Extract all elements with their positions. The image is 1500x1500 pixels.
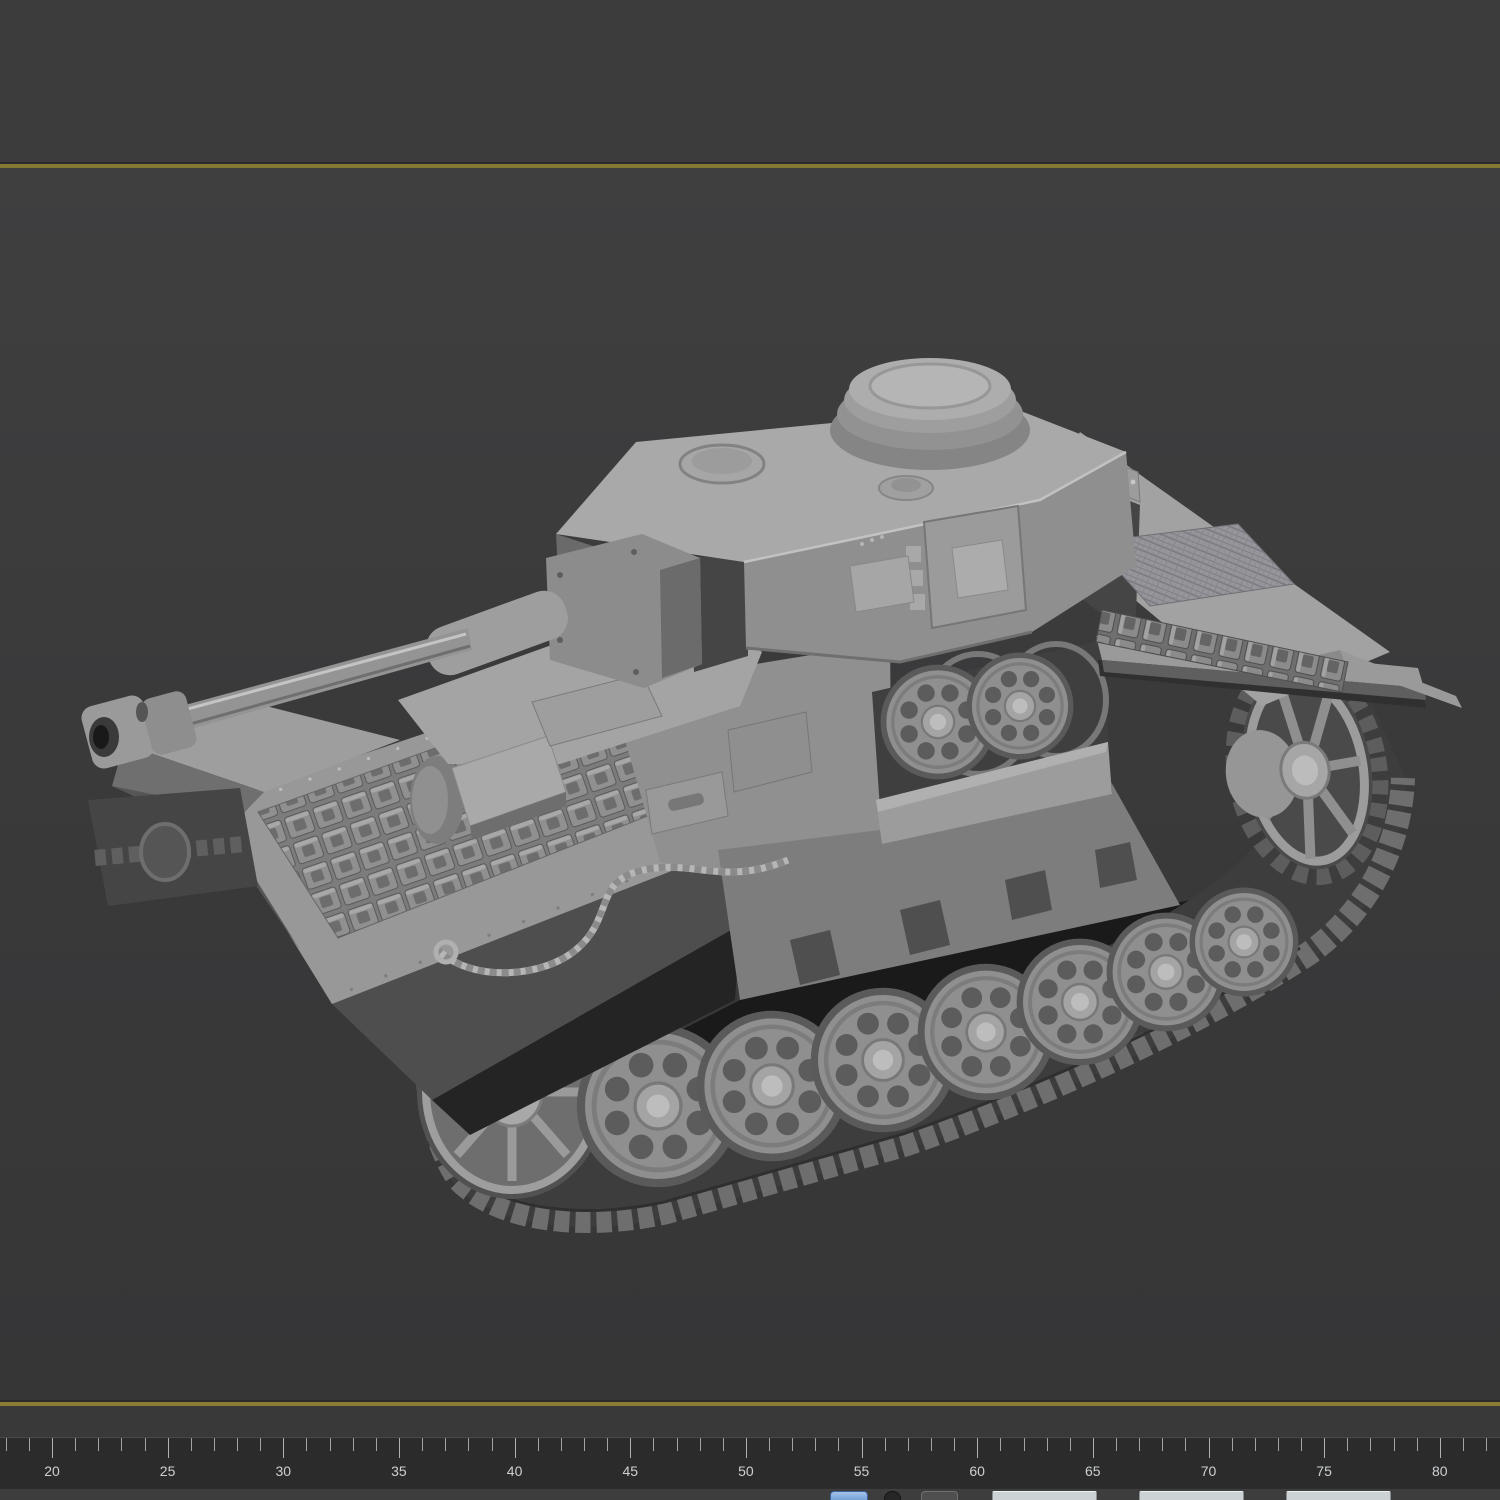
ruler-tick xyxy=(676,1438,678,1451)
ruler-tick xyxy=(1324,1438,1326,1458)
ruler-tick xyxy=(445,1438,447,1451)
ruler-tick xyxy=(98,1438,100,1451)
ruler-tick xyxy=(930,1438,932,1451)
ruler-frame-label: 40 xyxy=(506,1463,523,1479)
ruler-tick xyxy=(422,1438,424,1451)
ruler-tick xyxy=(954,1438,956,1451)
ruler-frame-label: 75 xyxy=(1316,1463,1332,1479)
ruler-frame-label: 80 xyxy=(1432,1463,1448,1479)
left-track-front[interactable] xyxy=(88,788,258,906)
application-window: 20 25 30 35 40 45 50 55 60 65 70 75 80 xyxy=(0,0,1500,1500)
ruler-frame-label: 70 xyxy=(1200,1463,1217,1479)
time-slider-track[interactable] xyxy=(0,1406,1500,1437)
ruler-tick xyxy=(283,1438,285,1458)
ruler-tick xyxy=(1139,1438,1141,1451)
ruler-tick xyxy=(121,1438,123,1451)
ruler-tick xyxy=(468,1438,470,1451)
ruler-tick xyxy=(630,1438,632,1458)
turret-port-flap xyxy=(849,555,915,613)
ruler-tick xyxy=(560,1438,562,1451)
ruler-frame-label: 50 xyxy=(738,1463,754,1479)
turret-hatch[interactable] xyxy=(678,443,766,485)
ruler-tick xyxy=(1393,1438,1395,1451)
ruler-tick xyxy=(884,1438,886,1451)
ruler-tick xyxy=(792,1438,794,1451)
commander-cupola[interactable] xyxy=(830,358,1030,470)
ruler-tick xyxy=(1092,1438,1094,1458)
ruler-tick xyxy=(75,1438,77,1451)
ruler-frame-label: 35 xyxy=(391,1463,407,1479)
ruler-tick xyxy=(1416,1438,1418,1451)
ruler-tick xyxy=(52,1438,53,1458)
blue-toggle-button[interactable] xyxy=(830,1491,868,1500)
ruler-tick xyxy=(653,1438,655,1451)
ruler-tick xyxy=(1486,1438,1488,1451)
ruler-tick xyxy=(838,1438,840,1451)
ruler-tick xyxy=(491,1438,493,1451)
coordinate-field-y[interactable] xyxy=(1139,1491,1244,1500)
ruler-tick xyxy=(514,1438,516,1458)
coordinate-field-z[interactable] xyxy=(1286,1491,1391,1500)
ruler-tick xyxy=(352,1438,354,1451)
round-knob[interactable] xyxy=(884,1491,901,1500)
ruler-tick xyxy=(907,1438,909,1451)
ruler-tick xyxy=(1370,1438,1372,1451)
ruler-tick xyxy=(260,1438,262,1451)
ruler-tick xyxy=(699,1438,701,1451)
ruler-tick xyxy=(190,1438,192,1451)
ruler-tick xyxy=(1301,1438,1302,1451)
ruler-tick xyxy=(607,1438,609,1451)
ruler-tick xyxy=(537,1438,539,1451)
ruler-tick xyxy=(1254,1438,1256,1451)
ruler-tick xyxy=(1162,1438,1164,1451)
timeline-ruler[interactable]: 20 25 30 35 40 45 50 55 60 65 70 75 80 xyxy=(0,1437,1500,1488)
ruler-tick xyxy=(1208,1438,1210,1458)
ruler-tick xyxy=(861,1438,863,1458)
ruler-tick xyxy=(1069,1438,1071,1451)
ruler-tick xyxy=(5,1438,7,1451)
small-button[interactable] xyxy=(921,1491,958,1500)
ruler-tick xyxy=(1023,1438,1025,1451)
ruler-tick xyxy=(1347,1438,1349,1451)
ruler-tick xyxy=(1185,1438,1187,1451)
ruler-frame-label: 25 xyxy=(159,1463,176,1479)
ruler-tick xyxy=(1116,1438,1117,1451)
ruler-tick xyxy=(745,1438,747,1458)
ruler-tick xyxy=(144,1438,146,1451)
status-bar xyxy=(0,1488,1500,1500)
ruler-tick xyxy=(769,1438,770,1451)
ruler-tick xyxy=(722,1438,724,1451)
ruler-tick xyxy=(977,1438,979,1458)
coordinate-field-x[interactable] xyxy=(992,1491,1097,1500)
ruler-tick xyxy=(237,1438,238,1451)
ruler-tick xyxy=(1231,1438,1233,1451)
ruler-tick xyxy=(28,1438,30,1451)
ruler-frame-label: 20 xyxy=(44,1463,60,1479)
ruler-tick xyxy=(1000,1438,1002,1451)
ruler-tick xyxy=(167,1438,169,1458)
ruler-tick xyxy=(306,1438,308,1451)
toolbar-strip xyxy=(0,0,1500,162)
ruler-tick xyxy=(815,1438,817,1451)
ruler-frame-label: 30 xyxy=(275,1463,292,1479)
ruler-tick xyxy=(1046,1438,1048,1451)
tank-model[interactable] xyxy=(0,168,1500,1400)
ruler-frame-label: 65 xyxy=(1085,1463,1101,1479)
ruler-frame-label: 55 xyxy=(853,1463,870,1479)
ruler-tick xyxy=(1462,1438,1464,1451)
ruler-tick xyxy=(1277,1438,1279,1451)
ruler-tick xyxy=(398,1438,400,1458)
ruler-tick xyxy=(375,1438,377,1451)
ruler-tick xyxy=(213,1438,215,1451)
ruler-tick xyxy=(329,1438,331,1451)
ruler-frame-label: 60 xyxy=(969,1463,985,1479)
ruler-tick xyxy=(1439,1438,1441,1458)
ruler-frame-label: 45 xyxy=(622,1463,639,1479)
ruler-tick xyxy=(584,1438,585,1451)
